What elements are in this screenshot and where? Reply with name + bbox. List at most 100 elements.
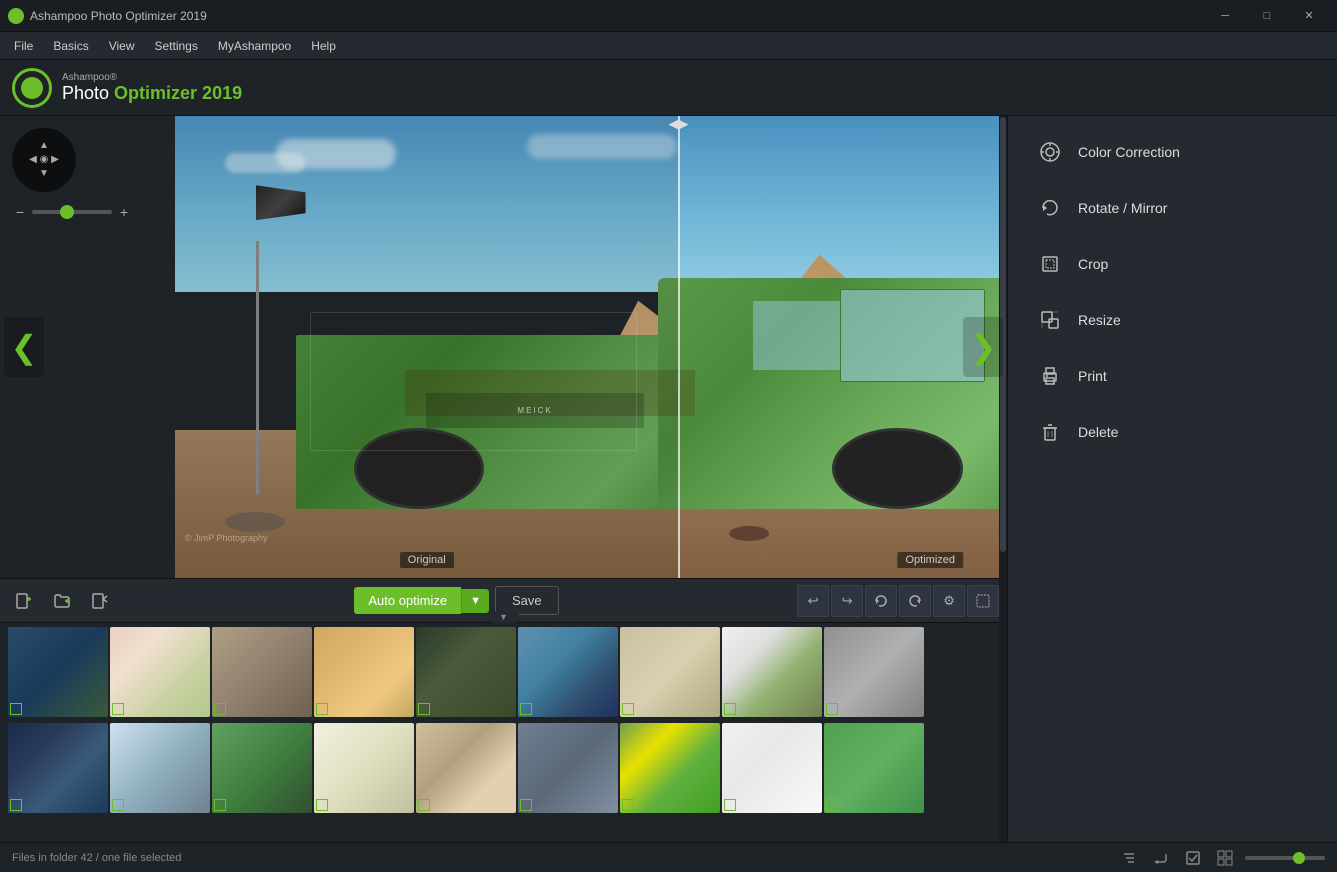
- thumbnail-1[interactable]: [8, 627, 108, 717]
- thumb-check-2[interactable]: [112, 703, 124, 715]
- thumbnail-8[interactable]: [722, 627, 822, 717]
- thumbnail-10[interactable]: [8, 723, 108, 813]
- size-slider-thumb[interactable]: [1293, 852, 1305, 864]
- rotate-mirror-label: Rotate / Mirror: [1078, 200, 1167, 216]
- thumb-check-3[interactable]: [214, 703, 226, 715]
- thumb-check-18[interactable]: [826, 799, 838, 811]
- resize-label: Resize: [1078, 312, 1121, 328]
- grid-button[interactable]: [1213, 846, 1237, 870]
- next-image-button[interactable]: ❯: [963, 317, 1003, 377]
- delete-button[interactable]: Delete: [1016, 406, 1329, 458]
- split-right-arrow[interactable]: ▶: [679, 116, 689, 132]
- thumbnail-17[interactable]: [722, 723, 822, 813]
- maximize-button[interactable]: □: [1247, 2, 1287, 30]
- thumb-check-16[interactable]: [622, 799, 634, 811]
- thumbnail-15[interactable]: [518, 723, 618, 813]
- crop-icon: [1036, 250, 1064, 278]
- settings-icon-button[interactable]: ⚙: [933, 585, 965, 617]
- redo-button[interactable]: ↪: [831, 585, 863, 617]
- thumb-check-11[interactable]: [112, 799, 124, 811]
- thumbnail-14[interactable]: [416, 723, 516, 813]
- print-label: Print: [1078, 368, 1107, 384]
- sort-button[interactable]: [1117, 846, 1141, 870]
- print-button[interactable]: Print: [1016, 350, 1329, 402]
- zoom-thumb[interactable]: [60, 205, 74, 219]
- logo-icon: [12, 68, 52, 108]
- color-correction-icon: [1036, 138, 1064, 166]
- thumbnail-3[interactable]: [212, 627, 312, 717]
- thumbnail-6[interactable]: [518, 627, 618, 717]
- split-line[interactable]: [678, 116, 680, 578]
- thumb-check-14[interactable]: [418, 799, 430, 811]
- auto-optimize-dropdown[interactable]: ▼: [461, 589, 489, 613]
- thumbnail-11[interactable]: [110, 723, 210, 813]
- menubar: File Basics View Settings MyAshampoo Hel…: [0, 32, 1337, 60]
- zoom-minus-button[interactable]: −: [12, 204, 28, 220]
- print-icon: [1036, 362, 1064, 390]
- menu-view[interactable]: View: [99, 32, 145, 59]
- collapse-thumbnails-button[interactable]: ▼: [489, 611, 519, 623]
- crop-button[interactable]: Crop: [1016, 238, 1329, 290]
- thumbnail-16[interactable]: [620, 723, 720, 813]
- thumbnail-4[interactable]: [314, 627, 414, 717]
- menu-myashampoo[interactable]: MyAshampoo: [208, 32, 301, 59]
- image-view-area: ▲ ◀ ◉ ▶ ▼ − + ❮: [0, 116, 1007, 578]
- menu-help[interactable]: Help: [301, 32, 346, 59]
- menu-basics[interactable]: Basics: [43, 32, 98, 59]
- thumb-check-10[interactable]: [10, 799, 22, 811]
- thumbnail-2[interactable]: [110, 627, 210, 717]
- resize-button[interactable]: Resize: [1016, 294, 1329, 346]
- pan-control[interactable]: ▲ ◀ ◉ ▶ ▼: [12, 128, 76, 192]
- thumb-check-12[interactable]: [214, 799, 226, 811]
- thumbnail-9[interactable]: [824, 627, 924, 717]
- thumbnail-18[interactable]: [824, 723, 924, 813]
- label-optimized: Optimized: [897, 552, 963, 568]
- pan-arrows: ▲ ◀ ◉ ▶ ▼: [29, 139, 59, 181]
- thumb-check-15[interactable]: [520, 799, 532, 811]
- thumb-check-7[interactable]: [622, 703, 634, 715]
- thumb-check-4[interactable]: [316, 703, 328, 715]
- thumb-scrollbar[interactable]: [999, 622, 1007, 842]
- thumbnail-7[interactable]: [620, 627, 720, 717]
- logobar: Ashampoo® Photo Optimizer 2019: [0, 60, 1337, 116]
- thumb-check-17[interactable]: [724, 799, 736, 811]
- rotate-mirror-button[interactable]: Rotate / Mirror: [1016, 182, 1329, 234]
- thumb-check-8[interactable]: [724, 703, 736, 715]
- return-button[interactable]: [1149, 846, 1173, 870]
- split-image-view: MEICK ◀ ▶: [175, 116, 1007, 578]
- clear-button[interactable]: [84, 585, 116, 617]
- rotate-left-button[interactable]: [865, 585, 897, 617]
- rotate-right-button[interactable]: [899, 585, 931, 617]
- zoom-control: − +: [12, 204, 132, 220]
- add-folder-button[interactable]: [46, 585, 78, 617]
- split-left-arrow[interactable]: ◀: [669, 116, 679, 132]
- color-correction-button[interactable]: Color Correction: [1016, 126, 1329, 178]
- label-original: Original: [400, 552, 454, 568]
- thumb-check-6[interactable]: [520, 703, 532, 715]
- thumbnail-5[interactable]: [416, 627, 516, 717]
- size-slider-track[interactable]: [1245, 856, 1325, 860]
- thumb-check-13[interactable]: [316, 799, 328, 811]
- zoom-plus-button[interactable]: +: [116, 204, 132, 220]
- auto-optimize-button[interactable]: Auto optimize: [354, 587, 461, 614]
- right-panel: Color Correction Rotate / Mirror: [1007, 116, 1337, 842]
- thumbnail-13[interactable]: [314, 723, 414, 813]
- thumb-check-5[interactable]: [418, 703, 430, 715]
- select-mode-button[interactable]: [967, 585, 999, 617]
- rotate-mirror-icon: [1036, 194, 1064, 222]
- window-controls: ─ □ ✕: [1205, 2, 1329, 30]
- status-controls: [1117, 846, 1325, 870]
- prev-image-button[interactable]: ❮: [4, 317, 44, 377]
- logo-text: Ashampoo® Photo Optimizer 2019: [62, 72, 242, 104]
- thumbnail-12[interactable]: [212, 723, 312, 813]
- zoom-track[interactable]: [32, 210, 112, 214]
- close-button[interactable]: ✕: [1289, 2, 1329, 30]
- thumb-check-1[interactable]: [10, 703, 22, 715]
- menu-file[interactable]: File: [4, 32, 43, 59]
- add-file-button[interactable]: [8, 585, 40, 617]
- minimize-button[interactable]: ─: [1205, 2, 1245, 30]
- menu-settings[interactable]: Settings: [144, 32, 207, 59]
- check-button[interactable]: [1181, 846, 1205, 870]
- undo-button[interactable]: ↩: [797, 585, 829, 617]
- thumb-check-9[interactable]: [826, 703, 838, 715]
